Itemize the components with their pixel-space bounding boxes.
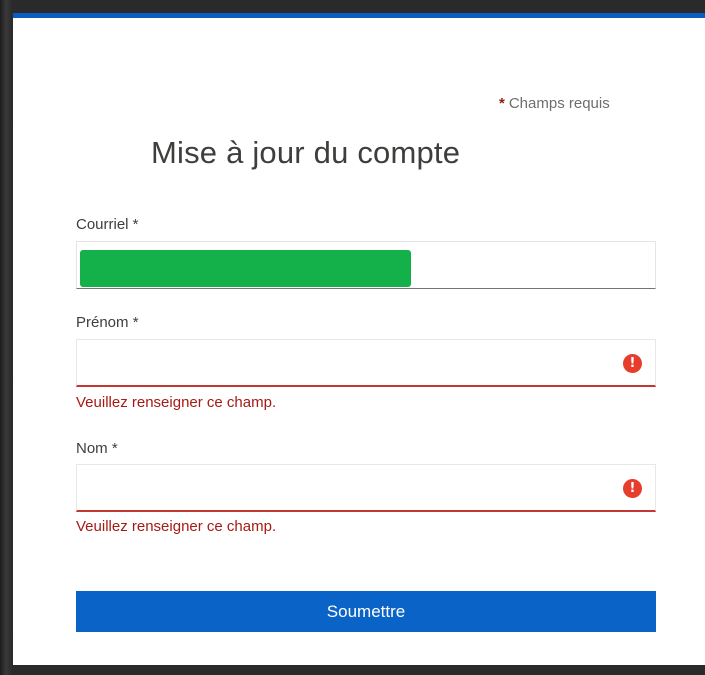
page-title: Mise à jour du compte bbox=[151, 135, 461, 170]
last-name-label: Nom * bbox=[76, 440, 118, 457]
last-name-error-message: Veuillez renseigner ce champ. bbox=[76, 518, 277, 535]
redacted-email-value bbox=[80, 250, 411, 287]
email-label: Courriel * bbox=[76, 216, 139, 233]
last-name-field[interactable] bbox=[76, 464, 656, 512]
account-update-dialog: * Champs requis Mise à jour du compte Cou… bbox=[13, 13, 705, 665]
first-name-error-message: Veuillez renseigner ce champ. bbox=[76, 394, 277, 411]
required-note-text: Champs requis bbox=[508, 95, 610, 112]
required-fields-note: * Champs requis bbox=[499, 95, 610, 112]
first-name-error-icon: ! bbox=[623, 354, 642, 373]
first-name-field[interactable] bbox=[76, 339, 656, 387]
last-name-error-icon: ! bbox=[623, 479, 642, 498]
first-name-label: Prénom * bbox=[76, 314, 139, 331]
submit-button[interactable]: Soumettre bbox=[76, 591, 656, 632]
required-star: * bbox=[499, 95, 505, 112]
